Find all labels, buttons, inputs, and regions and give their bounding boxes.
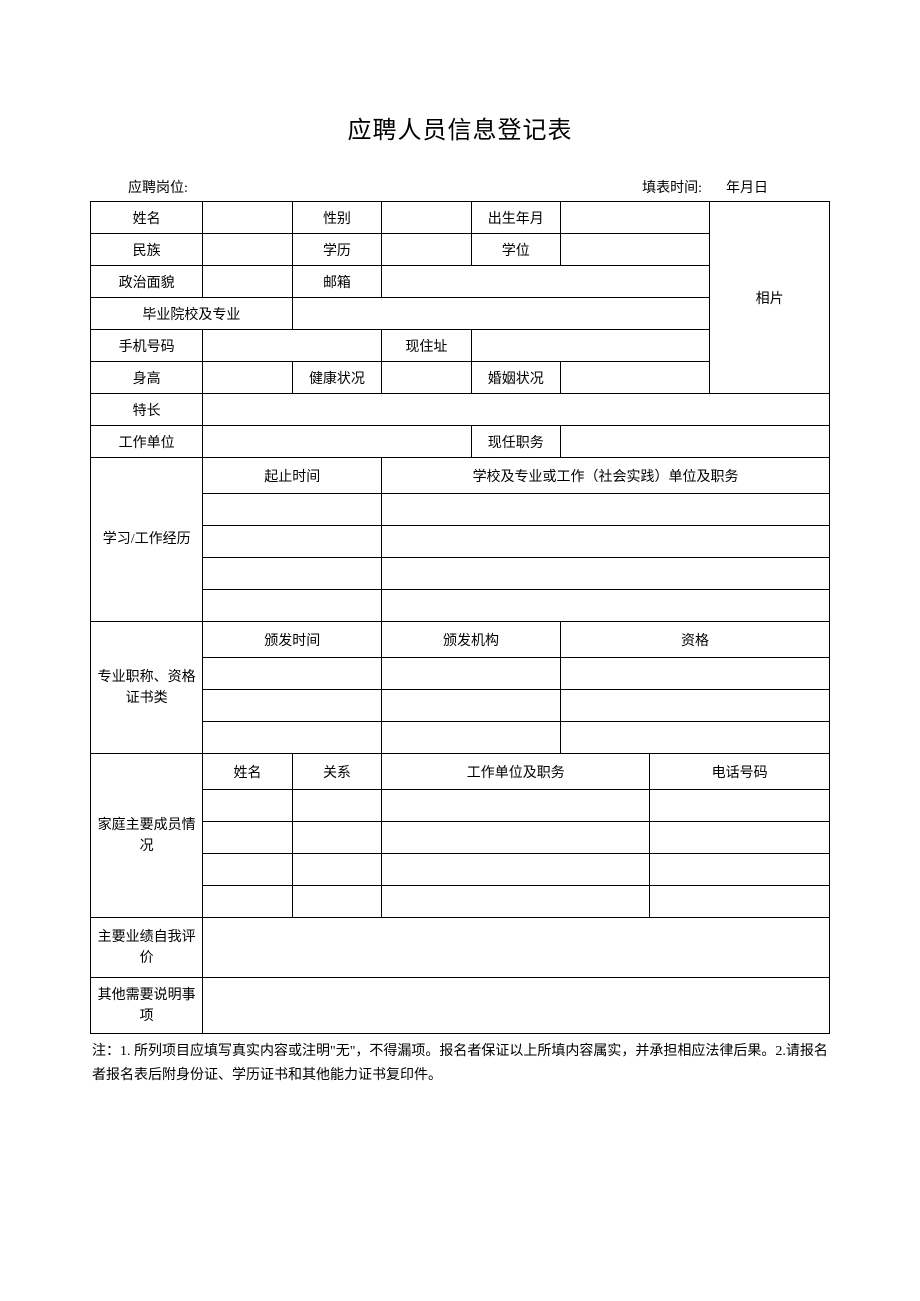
field-family-work-4[interactable]: [382, 886, 650, 918]
label-specialty: 特长: [91, 394, 203, 426]
field-cert-issuer-3[interactable]: [382, 722, 561, 754]
field-health[interactable]: [382, 362, 471, 394]
label-family-phone: 电话号码: [650, 754, 830, 790]
label-family-relation: 关系: [292, 754, 381, 790]
field-marital[interactable]: [560, 362, 709, 394]
field-family-phone-1[interactable]: [650, 790, 830, 822]
label-certificates: 专业职称、资格证书类: [91, 622, 203, 754]
form-title: 应聘人员信息登记表: [90, 110, 830, 145]
label-cert-issuer: 颁发机构: [382, 622, 561, 658]
field-family-relation-4[interactable]: [292, 886, 381, 918]
fill-time-label: 填表时间:: [642, 177, 726, 197]
label-health: 健康状况: [292, 362, 381, 394]
field-email[interactable]: [382, 266, 710, 298]
field-history-detail-1[interactable]: [382, 494, 830, 526]
label-education: 学历: [292, 234, 381, 266]
field-cert-time-1[interactable]: [203, 658, 382, 690]
field-cert-time-3[interactable]: [203, 722, 382, 754]
field-education[interactable]: [382, 234, 471, 266]
field-cert-issuer-2[interactable]: [382, 690, 561, 722]
field-work-unit[interactable]: [203, 426, 471, 458]
label-work-unit: 工作单位: [91, 426, 203, 458]
field-family-phone-4[interactable]: [650, 886, 830, 918]
header-line: 应聘岗位: 填表时间: 年月日: [90, 177, 830, 201]
field-school-major[interactable]: [292, 298, 709, 330]
date-suffix: 年月日: [726, 177, 828, 197]
field-history-period-2[interactable]: [203, 526, 382, 558]
field-history-period-4[interactable]: [203, 590, 382, 622]
field-name[interactable]: [203, 202, 292, 234]
field-history-detail-4[interactable]: [382, 590, 830, 622]
label-other-notes: 其他需要说明事项: [91, 978, 203, 1034]
field-history-detail-3[interactable]: [382, 558, 830, 590]
field-family-work-1[interactable]: [382, 790, 650, 822]
field-current-address[interactable]: [471, 330, 710, 362]
label-phone: 手机号码: [91, 330, 203, 362]
field-family-work-3[interactable]: [382, 854, 650, 886]
label-degree: 学位: [471, 234, 560, 266]
label-family-name: 姓名: [203, 754, 292, 790]
field-cert-qual-3[interactable]: [560, 722, 829, 754]
label-name: 姓名: [91, 202, 203, 234]
label-study-work-history: 学习/工作经历: [91, 458, 203, 622]
label-self-eval: 主要业绩自我评价: [91, 918, 203, 978]
field-family-relation-2[interactable]: [292, 822, 381, 854]
field-family-relation-1[interactable]: [292, 790, 381, 822]
field-family-name-2[interactable]: [203, 822, 292, 854]
label-email: 邮箱: [292, 266, 381, 298]
label-photo: 相片: [710, 202, 830, 394]
position-label: 应聘岗位:: [92, 177, 642, 197]
field-cert-time-2[interactable]: [203, 690, 382, 722]
field-cert-qual-2[interactable]: [560, 690, 829, 722]
field-height[interactable]: [203, 362, 292, 394]
field-history-detail-2[interactable]: [382, 526, 830, 558]
label-period: 起止时间: [203, 458, 382, 494]
field-family-name-4[interactable]: [203, 886, 292, 918]
field-cert-qual-1[interactable]: [560, 658, 829, 690]
field-family-work-2[interactable]: [382, 822, 650, 854]
label-political: 政治面貌: [91, 266, 203, 298]
label-current-address: 现住址: [382, 330, 471, 362]
field-other-notes[interactable]: [203, 978, 830, 1034]
field-family-phone-3[interactable]: [650, 854, 830, 886]
field-family-relation-3[interactable]: [292, 854, 381, 886]
label-marital: 婚姻状况: [471, 362, 560, 394]
form-notes: 注：1. 所列项目应填写真实内容或注明"无"，不得漏项。报名者保证以上所填内容属…: [90, 1040, 830, 1088]
application-form-table: 姓名 性别 出生年月 相片 民族 学历 学位 政治面貌 邮箱 毕业院校及专业 手…: [90, 201, 830, 1034]
label-ethnic: 民族: [91, 234, 203, 266]
label-height: 身高: [91, 362, 203, 394]
field-cert-issuer-1[interactable]: [382, 658, 561, 690]
field-gender[interactable]: [382, 202, 471, 234]
label-gender: 性别: [292, 202, 381, 234]
field-history-period-1[interactable]: [203, 494, 382, 526]
field-ethnic[interactable]: [203, 234, 292, 266]
field-family-phone-2[interactable]: [650, 822, 830, 854]
field-current-position[interactable]: [560, 426, 829, 458]
label-current-position: 现任职务: [471, 426, 560, 458]
field-family-name-1[interactable]: [203, 790, 292, 822]
field-family-name-3[interactable]: [203, 854, 292, 886]
field-phone[interactable]: [203, 330, 382, 362]
field-degree[interactable]: [560, 234, 709, 266]
field-self-eval[interactable]: [203, 918, 830, 978]
label-cert-issue-time: 颁发时间: [203, 622, 382, 658]
label-school-or-work: 学校及专业或工作（社会实践）单位及职务: [382, 458, 830, 494]
label-family-work: 工作单位及职务: [382, 754, 650, 790]
field-political[interactable]: [203, 266, 292, 298]
label-cert-qualification: 资格: [560, 622, 829, 658]
label-school-major: 毕业院校及专业: [91, 298, 293, 330]
label-birth: 出生年月: [471, 202, 560, 234]
field-history-period-3[interactable]: [203, 558, 382, 590]
field-birth[interactable]: [560, 202, 709, 234]
field-specialty[interactable]: [203, 394, 830, 426]
label-family: 家庭主要成员情况: [91, 754, 203, 918]
